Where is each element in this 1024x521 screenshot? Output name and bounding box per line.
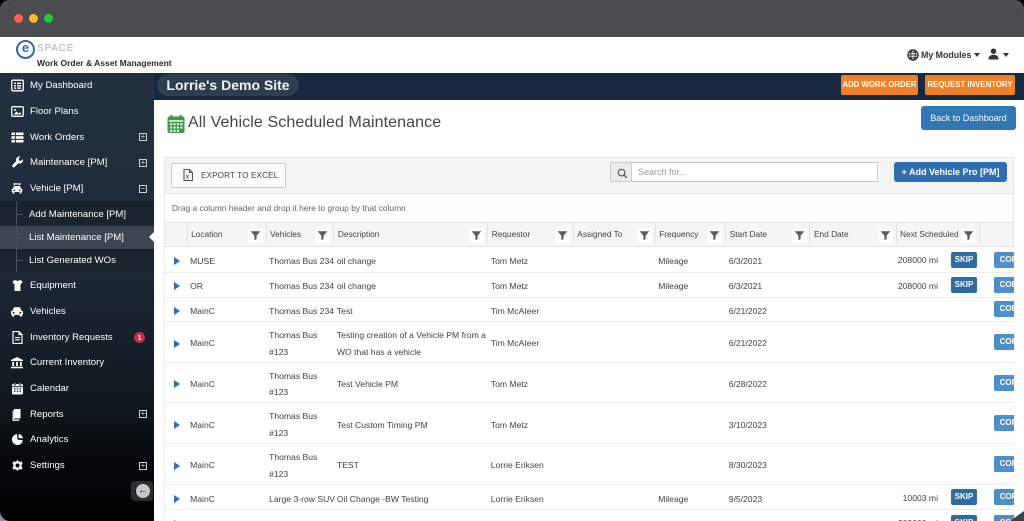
svg-text:x: x — [186, 173, 190, 180]
